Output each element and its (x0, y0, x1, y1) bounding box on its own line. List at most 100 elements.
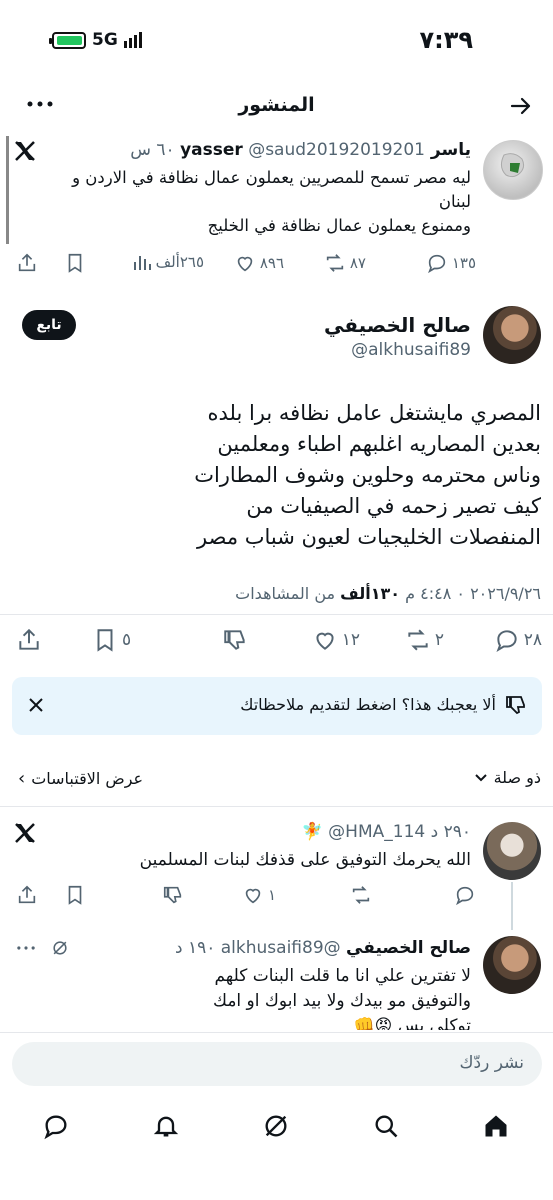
like-icon (245, 888, 261, 904)
battery-fill (56, 35, 82, 45)
quoted-actions: ١٣٥ ٨٧ ٨٩٦ ٢٦٥ألف (16, 252, 476, 276)
bottom-nav (0, 1100, 553, 1156)
tweet-meta: ٢٠٢٦/٩/٢٦ ٠ ٤:٤٨ م ١٣٠ألف من المشاهدات (235, 584, 541, 603)
close-icon[interactable] (26, 695, 46, 715)
reply-count: ١٣٥ (451, 254, 476, 272)
like-count: ١ (267, 886, 276, 904)
x-logo-icon (14, 140, 36, 162)
tweet-line: وممنوع يعملون عمال نظافة في الخليج (207, 216, 471, 235)
avatar[interactable] (483, 306, 541, 364)
tweet-time: ١٩٠ د (174, 938, 216, 958)
quoted-tweet-text[interactable]: ليه مصر تسمح للمصريين يعملون عمال نظافة … (31, 166, 471, 238)
author-name[interactable]: صالح الخصيفي (324, 313, 471, 337)
bookmark-button[interactable]: ٥ (92, 627, 131, 653)
avatar[interactable] (483, 936, 541, 994)
more-icon[interactable] (16, 938, 36, 958)
retweet-button[interactable]: ٢ (405, 627, 444, 653)
dislike-icon[interactable] (162, 884, 184, 906)
author-handle: @saud20192019201 (248, 140, 426, 160)
status-bar-left: 5G (49, 30, 146, 50)
author-name[interactable]: صالح الخصيفي (346, 938, 471, 958)
sort-relevance[interactable]: ذو صلة (474, 768, 541, 787)
page-title: المنشور (238, 94, 315, 116)
tweet-line: كيف تصير زحمه في الصيفيات من (246, 494, 541, 518)
notifications-icon[interactable] (152, 1112, 180, 1140)
reply-input[interactable]: نشر ردّك (12, 1042, 542, 1086)
quoted-tweet-meta: ياسر yasser @saud20192019201 ٦٠ س (130, 140, 471, 160)
reply-actions: ١ (16, 884, 476, 908)
tweet-line: وناس محترمه وحلوين وشوف المطارات (194, 463, 541, 487)
chevron-left-icon: ‹ (18, 768, 26, 789)
bookmark-count: ٥ (122, 630, 132, 650)
views-label: من المشاهدات (235, 584, 336, 603)
author-handle: @HMA_114 (328, 822, 426, 842)
tweet-line: المنفصلات الخليجيات لعيون شباب مصر (197, 525, 541, 549)
signal-icon (123, 32, 142, 48)
view-quotes-link[interactable]: ‹ عرض الاقتباسات (18, 768, 143, 789)
share-icon[interactable] (16, 627, 42, 653)
avatar[interactable] (483, 140, 543, 200)
reply-button[interactable]: ٢٨ (494, 627, 542, 653)
bookmark-icon[interactable] (64, 884, 86, 906)
author-handle: @alkhusaifi89 (351, 340, 471, 360)
like-button[interactable]: ٨٩٦ (234, 252, 284, 274)
views-count: ١٣٠ألف (340, 584, 401, 603)
tweet-line: بعدين المصاريه اغلبهم اطباء ومعلمين (217, 432, 541, 456)
chevron-down-icon (474, 773, 487, 781)
reply-text[interactable]: لا تفترين علي انا ما قلت البنات كلهم وال… (31, 964, 471, 1030)
search-icon[interactable] (372, 1112, 400, 1140)
status-time: ٧:٣٩ (419, 26, 473, 54)
divider (0, 806, 553, 807)
home-icon[interactable] (482, 1112, 510, 1140)
retweet-icon[interactable] (350, 884, 372, 906)
network-label: 5G (92, 30, 118, 50)
reply-count: ٢٨ (523, 630, 542, 650)
like-button[interactable]: ١٢ (312, 627, 360, 653)
tweet-line: توكلي بس 😡👊 (353, 1016, 471, 1030)
thread-line (511, 882, 513, 930)
retweet-button[interactable]: ٨٧ (324, 252, 366, 274)
reply-menu[interactable] (16, 938, 70, 958)
dislike-icon[interactable] (222, 627, 248, 653)
views-icon (133, 256, 151, 270)
reply-text[interactable]: الله يحرمك التوفيق على قذفك لبنات المسلم… (140, 850, 471, 870)
tweet-datetime: ٢٠٢٦/٩/٢٦ ٠ ٤:٤٨ م (405, 584, 541, 603)
sort-relevance-label: ذو صلة (493, 768, 541, 787)
views-count: ٢٦٥ألف (155, 253, 204, 271)
reply-icon[interactable] (454, 884, 476, 906)
reply-meta: صالح الخصيفي @alkhusaifi89 ١٩٠ د (175, 938, 471, 958)
share-icon[interactable] (16, 252, 38, 274)
reply-icon (427, 254, 445, 274)
retweet-count: ٢ (434, 630, 444, 650)
messages-icon[interactable] (42, 1112, 70, 1140)
feedback-text: ألا يعجبك هذا؟ اضغط لتقديم ملاحظاتك (240, 695, 496, 714)
like-button[interactable]: ١ (242, 884, 276, 906)
tweet-line: لا تفترين علي انا ما قلت البنات كلهم (214, 966, 471, 986)
like-count: ١٢ (341, 630, 360, 650)
main-actions: ٢٨ ٢ ١٢ ٥ (16, 627, 542, 655)
reply-icon (496, 630, 517, 653)
tweet-line: ليه مصر تسمح للمصريين يعملون عمال نظافة … (72, 168, 471, 187)
author-emoji: 🧚 (301, 822, 323, 842)
tweet-line: لبنان (438, 192, 471, 211)
avatar[interactable] (483, 822, 541, 880)
grok-icon[interactable] (50, 938, 70, 958)
thread-line (6, 136, 9, 244)
retweet-count: ٨٧ (349, 254, 366, 272)
grok-icon[interactable] (262, 1112, 290, 1140)
author-handle: @alkhusaifi89 (220, 938, 341, 958)
tweet-line: والتوفيق مو بيدك ولا بيد ابوك او امك (213, 991, 471, 1011)
battery-icon (49, 31, 86, 49)
bookmark-icon[interactable] (64, 252, 86, 274)
feedback-prompt[interactable]: ألا يعجبك هذا؟ اضغط لتقديم ملاحظاتك (12, 677, 542, 735)
share-icon[interactable] (16, 884, 38, 906)
follow-button[interactable]: تابع (22, 310, 76, 340)
reply-button[interactable]: ١٣٥ (426, 252, 476, 274)
dislike-icon (504, 693, 528, 717)
reply-meta: 🧚 @HMA_114 ٢٩٠ د (302, 822, 471, 842)
tweet-body: المصري مايشتغل عامل نظافه برا بلده بعدين… (21, 398, 541, 553)
divider (0, 614, 553, 615)
back-arrow-icon[interactable] (509, 94, 533, 118)
views-button[interactable]: ٢٦٥ألف (132, 252, 204, 272)
retweet-icon (326, 254, 344, 272)
